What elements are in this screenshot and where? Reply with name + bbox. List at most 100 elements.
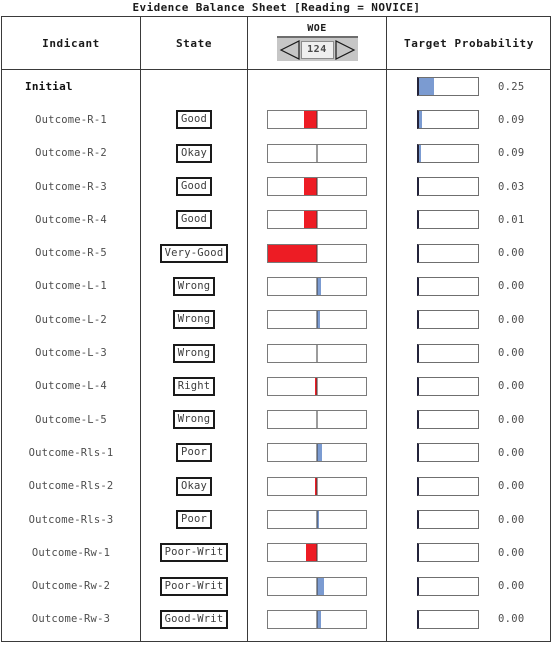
probability-value: 0.00 xyxy=(498,313,525,326)
table-row: Outcome-Rls-1 Poor 0.00 xyxy=(2,436,550,469)
woe-center-line xyxy=(316,344,318,362)
row-state-cell: Wrong xyxy=(141,336,247,369)
right-arrow-icon[interactable] xyxy=(334,39,356,60)
state-box[interactable]: Right xyxy=(172,376,216,396)
probability-value: 0.00 xyxy=(498,413,525,426)
woe-center-line xyxy=(316,544,318,562)
state-box[interactable]: Good xyxy=(175,110,213,130)
row-woe-cell xyxy=(248,470,386,503)
row-indicant-label: Outcome-L-1 xyxy=(35,280,107,293)
probability-bar xyxy=(417,177,479,197)
probability-value: 0.00 xyxy=(498,580,525,593)
woe-bar xyxy=(267,110,367,130)
row-indicant-label: Outcome-Rw-2 xyxy=(31,580,111,593)
row-state-cell: Good xyxy=(141,170,247,203)
woe-bar xyxy=(267,177,367,197)
probability-value: 0.00 xyxy=(498,347,525,360)
row-state-cell: Good-Writ xyxy=(141,603,247,636)
probability-wrap: 0.00 xyxy=(417,410,525,430)
woe-spinner[interactable]: 124 xyxy=(276,36,358,61)
table-row: Outcome-Rw-2 Poor-Writ 0.00 xyxy=(2,569,550,602)
row-probability-cell: 0.00 xyxy=(387,303,551,336)
woe-center-line xyxy=(316,477,318,495)
state-box[interactable]: Okay xyxy=(175,476,213,496)
probability-value: 0.00 xyxy=(498,546,525,559)
state-box[interactable]: Poor xyxy=(175,443,213,463)
row-woe-cell xyxy=(248,303,386,336)
row-probability-cell: 0.09 xyxy=(387,137,551,170)
probability-wrap: 0.00 xyxy=(417,376,525,396)
woe-center-line xyxy=(316,377,318,395)
evidence-balance-sheet-page: Evidence Balance Sheet [Reading = NOVICE… xyxy=(0,0,553,645)
probability-wrap: 0.00 xyxy=(417,476,525,496)
woe-center-line xyxy=(316,411,318,429)
row-probability-cell: 0.00 xyxy=(387,236,551,269)
woe-value-field[interactable]: 124 xyxy=(300,40,334,59)
probability-fill xyxy=(419,78,434,96)
row-indicant-label: Outcome-R-4 xyxy=(35,213,107,226)
woe-bar xyxy=(267,510,367,529)
row-probability-cell: 0.00 xyxy=(387,403,551,436)
probability-value: 0.25 xyxy=(498,80,525,93)
state-box[interactable]: Good-Writ xyxy=(159,609,229,629)
state-box[interactable]: Wrong xyxy=(172,276,216,296)
table-row: Outcome-R-1 Good 0.09 xyxy=(2,103,550,136)
probability-bar xyxy=(417,110,479,130)
woe-center-line xyxy=(316,577,318,595)
row-state-cell: Wrong xyxy=(141,270,247,303)
row-probability-cell: 0.00 xyxy=(387,270,551,303)
state-box[interactable]: Very-Good xyxy=(159,243,229,263)
probability-wrap: 0.03 xyxy=(417,177,525,197)
state-box[interactable]: Good xyxy=(175,210,213,230)
row-indicant-label: Outcome-Rls-1 xyxy=(28,446,114,459)
column-header-indicant: Indicant xyxy=(42,36,100,50)
row-indicant-label: Outcome-L-3 xyxy=(35,347,107,360)
column-header-state: State xyxy=(175,36,213,50)
state-box[interactable]: Wrong xyxy=(172,310,216,330)
probability-bar xyxy=(417,543,479,563)
state-box[interactable]: Wrong xyxy=(172,410,216,430)
row-indicant-label: Outcome-L-2 xyxy=(35,313,107,326)
state-box[interactable]: Poor-Writ xyxy=(159,576,229,596)
probability-bar xyxy=(417,576,479,596)
woe-fill-negative xyxy=(304,111,317,129)
left-arrow-icon[interactable] xyxy=(279,39,301,60)
woe-fill-positive xyxy=(317,577,324,595)
state-box[interactable]: Wrong xyxy=(172,343,216,363)
column-header-target-probability: Target Probability xyxy=(403,36,534,50)
page-title: Evidence Balance Sheet [Reading = NOVICE… xyxy=(132,1,421,14)
row-woe-cell xyxy=(248,336,386,369)
row-probability-cell: 0.00 xyxy=(387,336,551,369)
probability-bar xyxy=(417,609,479,629)
probability-bar xyxy=(417,243,479,263)
probability-value: 0.00 xyxy=(498,280,525,293)
probability-wrap: 0.00 xyxy=(417,510,525,529)
table-header-row: Indicant State WOE 124 Target Probabilit… xyxy=(2,17,550,69)
row-woe-cell xyxy=(248,270,386,303)
row-indicant-label: Outcome-Rw-3 xyxy=(31,613,111,626)
table-row: Outcome-R-5 Very-Good 0.00 xyxy=(2,236,550,269)
woe-center-line xyxy=(316,610,318,628)
woe-bar xyxy=(267,443,367,463)
row-indicant-label: Outcome-R-2 xyxy=(35,147,107,160)
row-indicant-label: Outcome-R-5 xyxy=(35,247,107,260)
woe-fill-negative xyxy=(268,244,317,262)
woe-center-line xyxy=(316,511,318,528)
row-state-cell: Right xyxy=(141,370,247,403)
woe-bar xyxy=(267,609,367,629)
probability-wrap: 0.09 xyxy=(417,143,525,163)
probability-bar xyxy=(417,77,479,97)
row-woe-cell xyxy=(248,569,386,602)
state-box[interactable]: Poor xyxy=(175,510,213,529)
table-row: Outcome-Rls-2 Okay 0.00 xyxy=(2,470,550,503)
state-box[interactable]: Poor-Writ xyxy=(159,543,229,563)
row-woe-cell xyxy=(248,236,386,269)
table-row: Outcome-L-1 Wrong 0.00 xyxy=(2,270,550,303)
probability-wrap: 0.00 xyxy=(417,343,525,363)
probability-value: 0.00 xyxy=(498,613,525,626)
probability-value: 0.03 xyxy=(498,180,525,193)
woe-fill-negative xyxy=(306,544,317,562)
state-box[interactable]: Okay xyxy=(175,143,213,163)
table-row: Outcome-R-2 Okay 0.09 xyxy=(2,137,550,170)
state-box[interactable]: Good xyxy=(175,177,213,197)
